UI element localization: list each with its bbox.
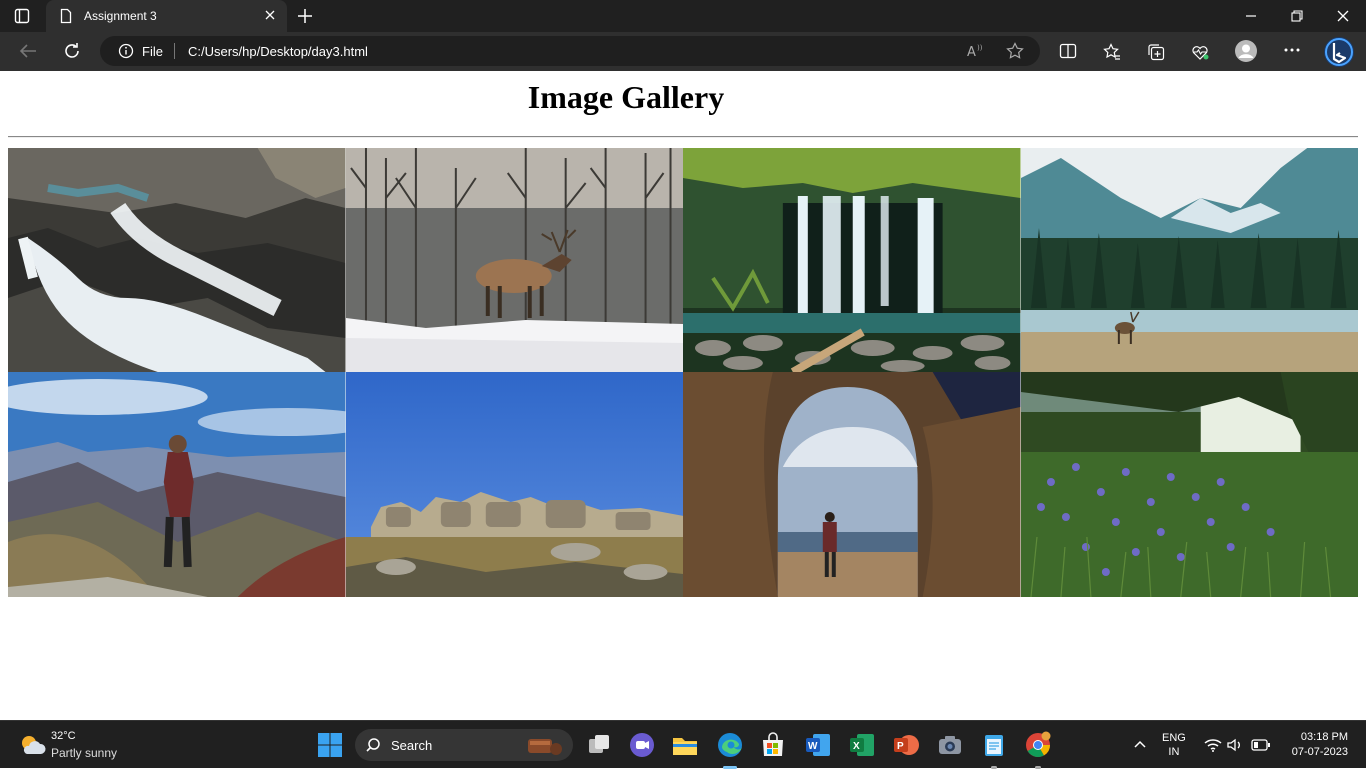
gallery-image <box>1020 148 1358 372</box>
chrome-icon[interactable] <box>1024 731 1052 759</box>
camera-icon[interactable] <box>936 731 964 759</box>
windows-taskbar: 32°C Partly sunny Search W X P ENG IN 03… <box>0 720 1366 769</box>
gallery-image <box>345 372 683 597</box>
gallery-image <box>8 372 346 597</box>
powerpoint-icon[interactable]: P <box>892 731 920 759</box>
svg-text:W: W <box>808 741 818 752</box>
weather-description[interactable]: Partly sunny <box>51 746 117 760</box>
taskbar-search[interactable]: Search <box>355 729 573 761</box>
browser-titlebar: Assignment 3 <box>0 0 1366 32</box>
favorite-star-icon[interactable] <box>1006 42 1024 60</box>
close-tab-icon[interactable] <box>263 8 277 22</box>
svg-text:A: A <box>967 45 976 59</box>
page-icon <box>60 8 72 24</box>
gallery-image <box>683 372 1021 597</box>
refresh-icon[interactable] <box>62 41 82 61</box>
excel-icon[interactable]: X <box>848 731 876 759</box>
browser-tab[interactable]: Assignment 3 <box>46 0 287 32</box>
search-highlight-icon <box>528 739 562 755</box>
info-icon[interactable] <box>118 43 134 59</box>
battery-icon[interactable] <box>1251 739 1271 751</box>
clock-date: 07-07-2023 <box>1291 746 1348 758</box>
page-title: Image Gallery <box>527 79 725 115</box>
horizontal-rule <box>8 136 1358 138</box>
favorites-icon[interactable] <box>1103 43 1121 61</box>
svg-text:X: X <box>853 741 860 752</box>
file-scheme-label: File <box>142 44 163 59</box>
address-bar[interactable]: File C:/Users/hp/Desktop/day3.html A)) <box>100 36 1040 66</box>
read-aloud-icon[interactable]: A)) <box>966 43 984 59</box>
language-code: ENG <box>1162 732 1186 744</box>
gallery-image <box>345 148 683 372</box>
word-icon[interactable]: W <box>804 731 832 759</box>
notepad-icon[interactable] <box>980 731 1008 759</box>
partly-sunny-icon[interactable] <box>18 732 46 758</box>
task-view-icon[interactable] <box>585 731 613 759</box>
image-gallery <box>8 148 1358 597</box>
collections-icon[interactable] <box>1147 43 1165 61</box>
volume-icon[interactable] <box>1227 738 1245 752</box>
performance-icon[interactable] <box>1191 43 1209 61</box>
svg-text:P: P <box>897 741 904 752</box>
clock-time: 03:18 PM <box>1300 731 1348 743</box>
gallery-image <box>8 148 346 372</box>
wifi-icon[interactable] <box>1204 738 1222 752</box>
close-window-icon[interactable] <box>1336 8 1350 24</box>
language-indicator[interactable]: ENG IN <box>1162 731 1186 759</box>
search-icon <box>366 738 380 752</box>
svg-text:)): )) <box>977 44 983 52</box>
tab-actions-icon[interactable] <box>14 8 30 24</box>
edge-browser-icon[interactable] <box>716 731 744 759</box>
search-label: Search <box>391 738 433 753</box>
profile-avatar-icon[interactable] <box>1234 39 1258 63</box>
tab-title: Assignment 3 <box>84 9 157 23</box>
address-separator <box>174 43 175 59</box>
teams-chat-icon[interactable] <box>628 731 656 759</box>
back-icon[interactable] <box>18 42 38 60</box>
chevron-up-icon[interactable] <box>1133 739 1147 749</box>
browser-toolbar: File C:/Users/hp/Desktop/day3.html A)) <box>0 32 1366 71</box>
split-screen-icon[interactable] <box>1059 43 1077 59</box>
gallery-image <box>1020 372 1358 597</box>
region-code: IN <box>1168 746 1180 758</box>
url-text[interactable]: C:/Users/hp/Desktop/day3.html <box>188 44 368 59</box>
new-tab-icon[interactable] <box>296 7 314 25</box>
start-windows-icon[interactable] <box>316 731 344 759</box>
more-options-icon[interactable] <box>1284 48 1300 52</box>
weather-temperature[interactable]: 32°C <box>51 730 76 742</box>
file-explorer-icon[interactable] <box>671 731 699 759</box>
minimize-icon[interactable] <box>1244 8 1258 24</box>
system-clock[interactable]: 03:18 PM 07-07-2023 <box>1292 730 1348 760</box>
bing-copilot-icon[interactable] <box>1323 36 1355 68</box>
page-content: Image Gallery <box>0 71 1366 720</box>
microsoft-store-icon[interactable] <box>759 731 787 759</box>
gallery-image <box>683 148 1021 372</box>
restore-icon[interactable] <box>1290 8 1304 24</box>
